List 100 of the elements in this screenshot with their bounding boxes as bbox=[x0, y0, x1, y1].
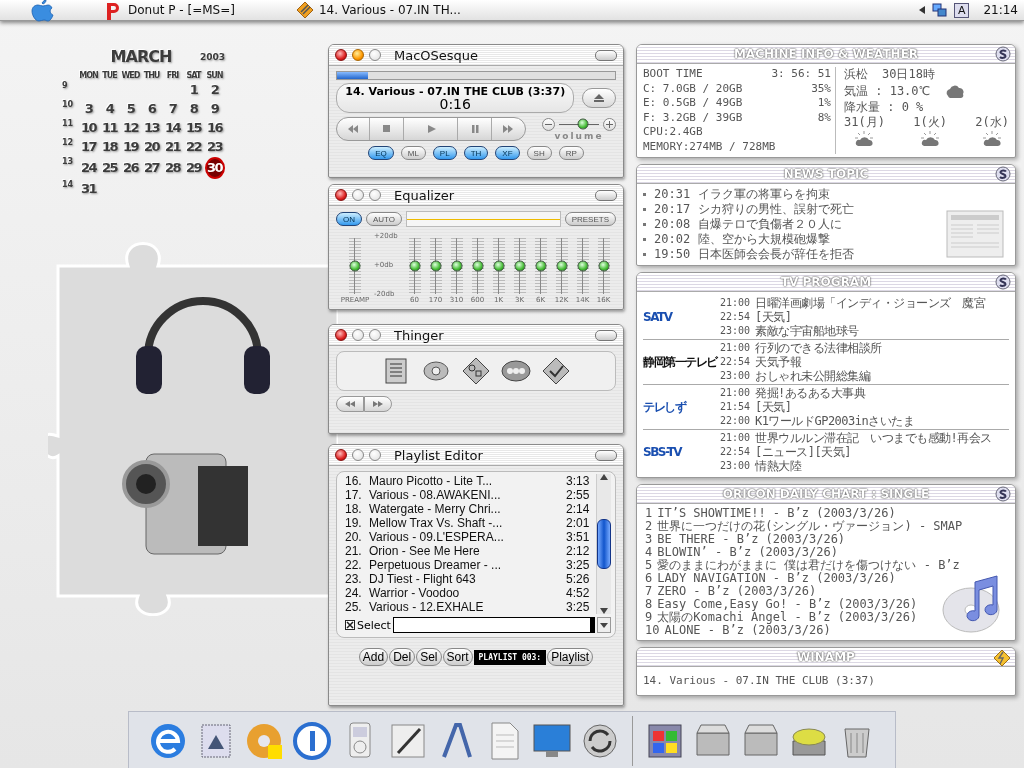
minimize-button[interactable] bbox=[352, 189, 364, 201]
playlist-action-button[interactable]: Add bbox=[358, 648, 389, 666]
calendar-day[interactable]: 14 bbox=[162, 119, 183, 137]
calendar-day[interactable]: 13 bbox=[141, 119, 162, 137]
playlist-row[interactable]: 23. DJ Tiest - Flight 643 5:26 bbox=[345, 572, 596, 586]
calendar-day[interactable]: 9 bbox=[208, 100, 221, 118]
toggle-button[interactable]: RP bbox=[558, 146, 584, 160]
collapse-button[interactable] bbox=[595, 49, 617, 61]
s-logo-icon[interactable] bbox=[995, 46, 1011, 62]
collapse-button[interactable] bbox=[595, 189, 617, 201]
zoom-button[interactable] bbox=[369, 49, 381, 61]
winamp-icon[interactable] bbox=[993, 649, 1011, 667]
zoom-button[interactable] bbox=[369, 189, 381, 201]
chart-entry[interactable]: ZERO - B’z (2003/3/26) bbox=[657, 585, 817, 598]
program-title[interactable]: [ニュース][天気] bbox=[755, 445, 992, 459]
collapse-button[interactable] bbox=[595, 449, 617, 461]
input-mode-indicator[interactable]: A bbox=[953, 2, 970, 18]
calendar-day[interactable]: 15 bbox=[183, 119, 204, 137]
playlist-row[interactable]: 20. Various - 09.L'ESPERA... 3:51 bbox=[345, 530, 596, 544]
presets-button[interactable]: PRESETS bbox=[564, 212, 616, 226]
close-button[interactable] bbox=[335, 189, 347, 201]
program-title[interactable]: 行列のできる法律相談所 bbox=[755, 341, 882, 355]
playlist-row[interactable]: 22. Perpetuous Dreamer - ... 3:25 bbox=[345, 558, 596, 572]
scroll-up-icon[interactable] bbox=[600, 474, 608, 480]
calendar-day[interactable]: 17 bbox=[78, 138, 99, 156]
calendar-day[interactable]: 25 bbox=[99, 159, 120, 177]
calendar-day[interactable]: 23 bbox=[204, 138, 225, 156]
scroll-left-button[interactable] bbox=[336, 396, 364, 412]
zoom-button[interactable] bbox=[369, 329, 381, 341]
calendar-day[interactable]: 26 bbox=[120, 159, 141, 177]
taskbar-app[interactable]: Donut P - [=MS=] bbox=[104, 0, 235, 20]
program-title[interactable]: おしゃれ未公開総集編 bbox=[755, 369, 882, 383]
calendar-day[interactable]: 22 bbox=[183, 138, 204, 156]
playlist-row[interactable]: 24. Warrior - Voodoo 4:52 bbox=[345, 586, 596, 600]
s-logo-icon[interactable] bbox=[995, 274, 1011, 290]
toggle-button[interactable]: TH bbox=[463, 146, 489, 160]
close-button[interactable] bbox=[335, 329, 347, 341]
scrollbar[interactable] bbox=[596, 474, 611, 614]
slider-thumb[interactable] bbox=[535, 260, 546, 272]
playlist-row[interactable]: 18. Watergate - Merry Chri... 2:14 bbox=[345, 502, 596, 516]
news-headline[interactable]: 陸、空から大規模砲爆撃 bbox=[698, 232, 831, 247]
chart-entry[interactable]: 愛のままにわがままに 僕は君だけを傷つけない - B’z bbox=[657, 559, 960, 572]
minimize-button[interactable] bbox=[352, 329, 364, 341]
s-logo-icon[interactable] bbox=[995, 166, 1011, 182]
zoom-button[interactable] bbox=[369, 449, 381, 461]
volume-down-button[interactable] bbox=[542, 117, 555, 131]
calendar-day[interactable]: 16 bbox=[204, 119, 225, 137]
calendar-day[interactable]: 12 bbox=[120, 119, 141, 137]
calendar-day[interactable]: 24 bbox=[78, 159, 99, 177]
chart-entry[interactable]: IT’S SHOWTIME!! - B’z (2003/3/26) bbox=[657, 507, 896, 520]
playlist-row[interactable]: 17. Various - 08.AWAKENI... 2:55 bbox=[345, 488, 596, 502]
program-title[interactable]: 発掘!あるある大事典 bbox=[755, 386, 915, 400]
chart-entry[interactable]: LADY NAVIGATION - B’z (2003/3/26) bbox=[657, 572, 896, 585]
playlist-row[interactable]: 19. Mellow Trax Vs. Shaft -... 2:01 bbox=[345, 516, 596, 530]
news-headline[interactable]: 日本医師会会長が辞任を拒否 bbox=[698, 247, 855, 262]
playlist-row[interactable]: 25. Various - 12.EXHALE 3:25 bbox=[345, 600, 596, 614]
calendar-day[interactable]: 8 bbox=[187, 100, 200, 118]
slider-thumb[interactable] bbox=[493, 260, 504, 272]
program-title[interactable]: 世界ウルルン滞在記 いつまでも感動!再会ス bbox=[755, 431, 992, 445]
calendar-day[interactable]: 11 bbox=[99, 119, 120, 137]
s-logo-icon[interactable] bbox=[995, 486, 1011, 502]
chart-entry[interactable]: Easy Come,Easy Go! - B’z (2003/3/26) bbox=[657, 598, 918, 611]
minimize-button[interactable] bbox=[352, 449, 364, 461]
slider-thumb[interactable] bbox=[472, 260, 483, 272]
chart-entry[interactable]: BLOWIN’ - B’z (2003/3/26) bbox=[657, 546, 838, 559]
toggle-button[interactable]: ON bbox=[336, 212, 362, 226]
calendar-day[interactable]: 6 bbox=[145, 100, 158, 118]
toggle-button[interactable]: PL bbox=[432, 146, 457, 160]
taskbar-app[interactable]: 14. Various - 07.IN TH... bbox=[294, 0, 461, 20]
eject-button[interactable] bbox=[582, 88, 616, 108]
slider-thumb[interactable] bbox=[577, 260, 588, 272]
slider-thumb[interactable] bbox=[577, 118, 589, 130]
calendar-day[interactable]: 3 bbox=[82, 100, 95, 118]
chart-entry[interactable]: 世界に一つだけの花(シングル・ヴァージョン) - SMAP bbox=[657, 520, 963, 533]
toggle-button[interactable]: ML bbox=[400, 146, 426, 160]
program-title[interactable]: K1ワールドGP2003inさいたま bbox=[755, 414, 915, 428]
calendar-day[interactable]: 10 bbox=[78, 119, 99, 137]
program-title[interactable]: 日曜洋画劇場「インディ・ジョーンズ 魔宮 bbox=[755, 296, 985, 310]
news-headline[interactable]: 自爆テロで負傷者２０人に bbox=[698, 217, 843, 232]
calendar-day[interactable]: 28 bbox=[162, 159, 183, 177]
minimize-button[interactable] bbox=[352, 49, 364, 61]
slider-thumb[interactable] bbox=[514, 260, 525, 272]
calendar-day[interactable]: 27 bbox=[141, 159, 162, 177]
chart-entry[interactable]: 太陽のKomachi Angel - B’z (2003/3/26) bbox=[657, 611, 918, 624]
toggle-button[interactable]: AUTO bbox=[366, 212, 403, 226]
program-title[interactable]: [天気] bbox=[755, 310, 985, 324]
calendar-day[interactable]: 19 bbox=[120, 138, 141, 156]
program-title[interactable]: 情熱大陸 bbox=[755, 459, 992, 473]
network-icon[interactable] bbox=[931, 2, 948, 18]
calendar-day[interactable]: 20 bbox=[141, 138, 162, 156]
tool-icon[interactable] bbox=[541, 356, 571, 386]
select-input-field[interactable] bbox=[392, 617, 595, 633]
playlist-action-button[interactable]: Sel bbox=[416, 648, 442, 666]
scrollbar-thumb[interactable] bbox=[597, 519, 611, 569]
apple-menu-icon[interactable] bbox=[30, 0, 54, 22]
volume-up-button[interactable] bbox=[603, 117, 616, 131]
dropdown-button[interactable] bbox=[597, 617, 611, 633]
collapse-button[interactable] bbox=[595, 329, 617, 341]
playlist-row[interactable]: 21. Orion - See Me Here 2:12 bbox=[345, 544, 596, 558]
calendar-day[interactable]: 4 bbox=[103, 100, 116, 118]
